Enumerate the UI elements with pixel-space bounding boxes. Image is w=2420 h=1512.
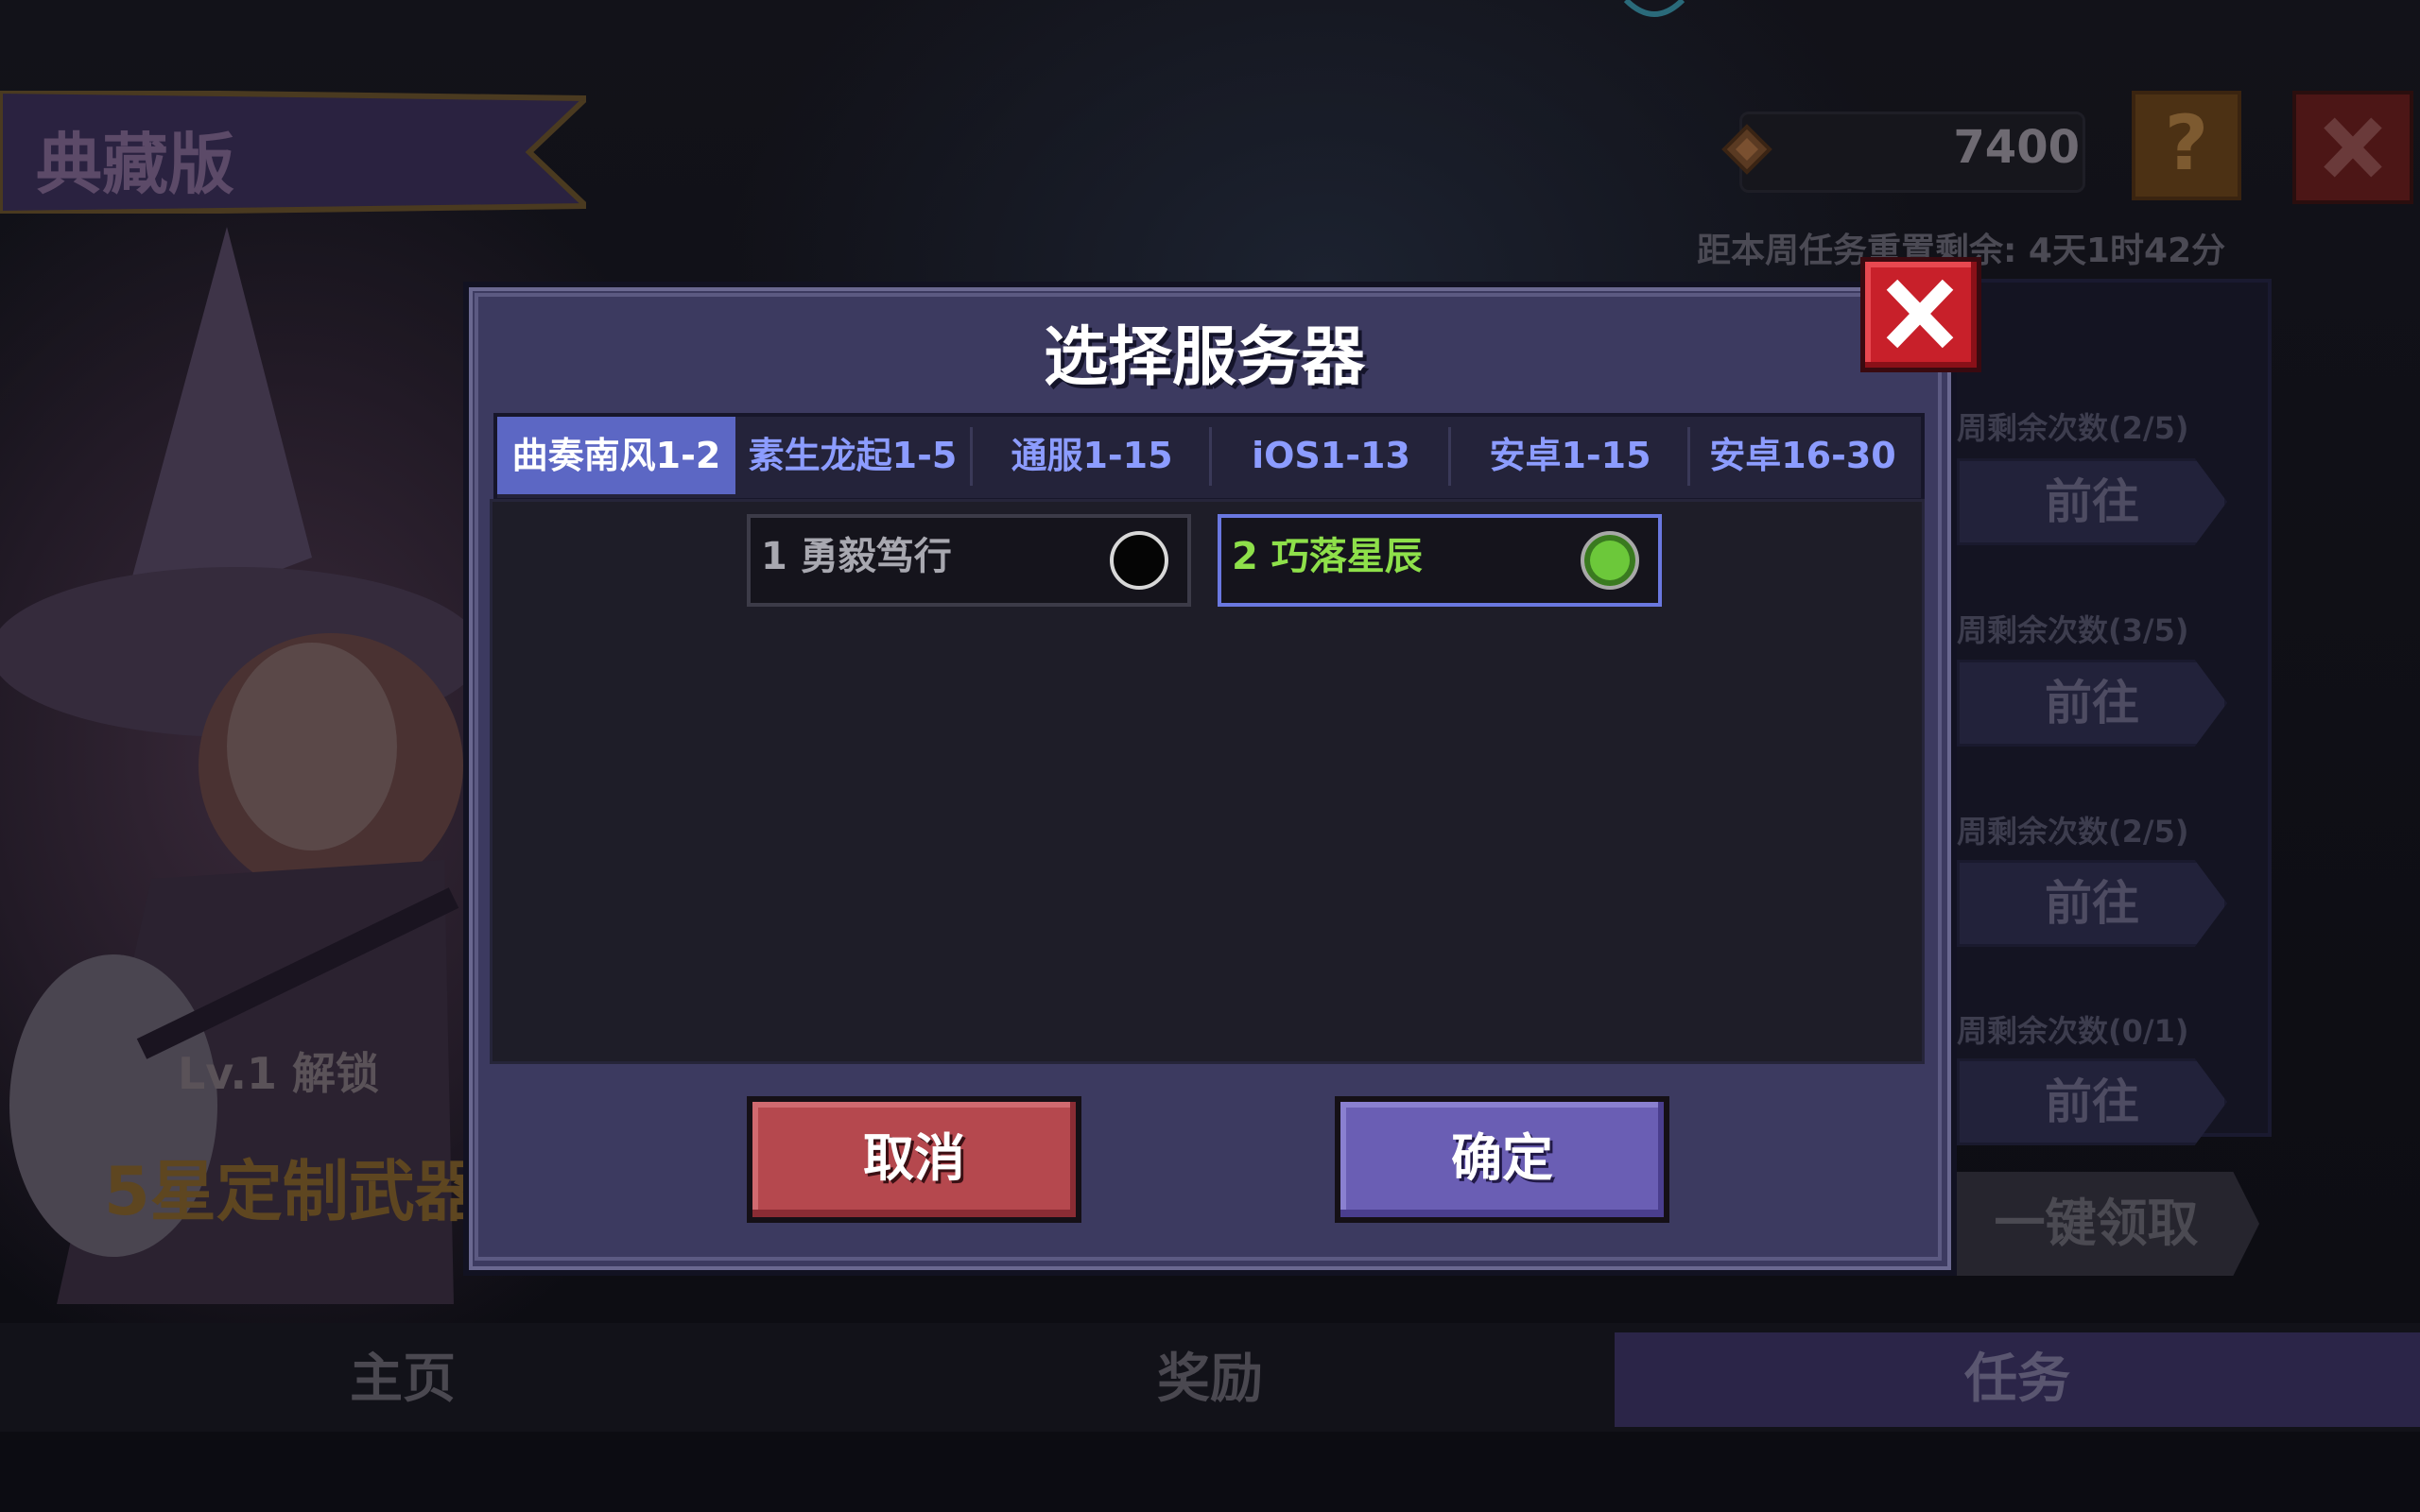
loading-indicator-icon xyxy=(1623,0,1685,17)
claim-all-button[interactable]: 一键领取 xyxy=(1933,1172,2259,1276)
confirm-button[interactable]: 确定 xyxy=(1335,1096,1669,1223)
task-go-button[interactable]: 前往 xyxy=(1957,1058,2227,1145)
tab-reward[interactable]: 奖励 xyxy=(805,1332,1615,1427)
server-option-label: 1 勇毅笃行 xyxy=(761,535,952,578)
edition-banner-title: 典藏版 xyxy=(36,126,234,203)
close-icon xyxy=(1886,279,1954,349)
tab-server-group-2[interactable]: 素生龙起1-5 xyxy=(734,417,972,494)
dialog-title: 选择服务器 xyxy=(1043,320,1365,395)
radio-unselected-icon[interactable] xyxy=(1110,531,1168,590)
task-go-button[interactable]: 前往 xyxy=(1957,458,2227,545)
tab-server-group-4[interactable]: iOS1-13 xyxy=(1212,417,1450,494)
task-remaining-count: 周剩余次数(2/5) xyxy=(1957,814,2189,850)
task-go-button[interactable]: 前往 xyxy=(1957,660,2227,747)
tab-home[interactable]: 主页 xyxy=(0,1332,805,1427)
tab-task[interactable]: 任务 xyxy=(1615,1332,2420,1427)
currency-value: 7400 xyxy=(1953,121,2080,174)
help-button[interactable]: ? xyxy=(2132,91,2241,200)
server-list-area xyxy=(490,499,1925,1064)
unlock-level-label: Lv.1 解锁 xyxy=(178,1048,380,1099)
radio-selected-icon[interactable] xyxy=(1581,531,1639,590)
dialog-close-button[interactable] xyxy=(1860,257,1981,372)
tab-server-group-5[interactable]: 安卓1-15 xyxy=(1451,417,1689,494)
task-go-button[interactable]: 前往 xyxy=(1957,860,2227,947)
task-remaining-count: 周剩余次数(0/1) xyxy=(1957,1013,2189,1049)
gem-icon xyxy=(1721,124,1772,175)
tab-server-group-1[interactable]: 曲奏南风1-2 xyxy=(497,417,735,494)
weapon-promo-text: 5星定制武器 xyxy=(104,1153,481,1230)
task-remaining-count: 周剩余次数(3/5) xyxy=(1957,612,2189,648)
cancel-button[interactable]: 取消 xyxy=(747,1096,1081,1223)
tab-server-group-3[interactable]: 通服1-15 xyxy=(973,417,1211,494)
page-close-button[interactable] xyxy=(2292,91,2413,204)
task-remaining-count: 周剩余次数(2/5) xyxy=(1957,410,2189,446)
tab-server-group-6[interactable]: 安卓16-30 xyxy=(1690,417,1915,494)
server-option-label: 2 巧落星辰 xyxy=(1232,535,1423,578)
